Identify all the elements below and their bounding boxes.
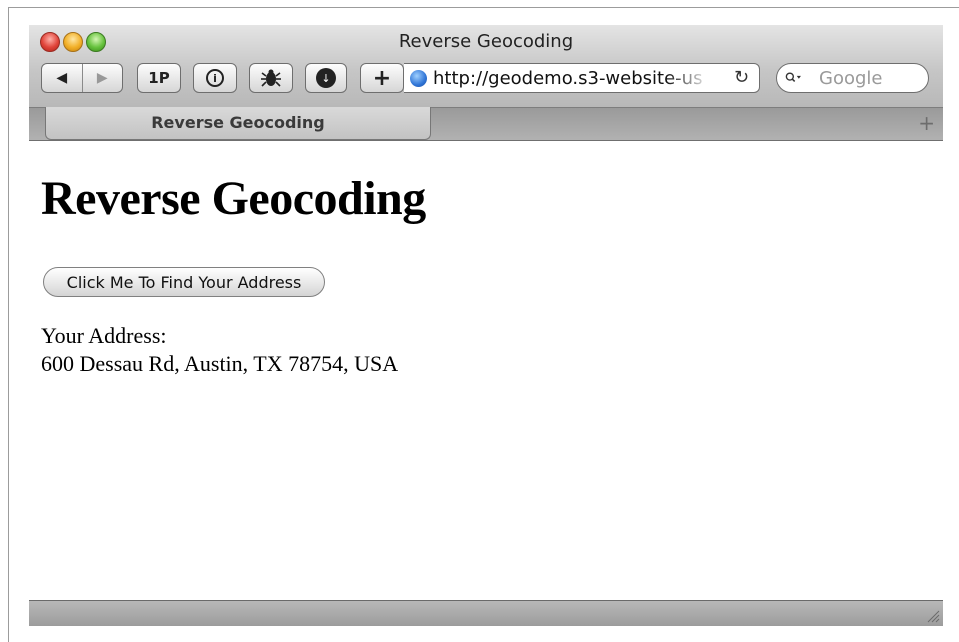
- tab-reverse-geocoding[interactable]: Reverse Geocoding: [45, 107, 431, 140]
- minimize-window-button[interactable]: [63, 32, 83, 52]
- reload-icon[interactable]: ↻: [734, 67, 749, 88]
- plus-icon: +: [372, 65, 392, 91]
- info-icon: i: [206, 69, 224, 87]
- search-icon: [785, 72, 801, 83]
- resize-grip-icon[interactable]: [926, 609, 940, 623]
- download-button[interactable]: ↓: [305, 63, 347, 93]
- status-bar: [29, 600, 943, 626]
- bug-icon: [261, 69, 281, 87]
- page-content: Reverse Geocoding Click Me To Find Your …: [29, 141, 943, 601]
- tab-label: Reverse Geocoding: [151, 113, 325, 132]
- back-forward-group: ◀ ▶: [41, 63, 123, 93]
- search-field[interactable]: Google: [776, 63, 929, 93]
- address-value: 600 Dessau Rd, Austin, TX 78754, USA: [41, 351, 399, 376]
- page-title: Reverse Geocoding: [41, 172, 426, 225]
- globe-icon: [410, 70, 427, 87]
- search-placeholder: Google: [819, 68, 883, 89]
- window-title: Reverse Geocoding: [398, 31, 574, 52]
- address-bar[interactable]: http://geodemo.s3-website-us ↻: [404, 63, 760, 93]
- add-bookmark-button[interactable]: +: [360, 63, 404, 93]
- back-button[interactable]: ◀: [42, 64, 83, 92]
- forward-button[interactable]: ▶: [83, 64, 123, 92]
- address-label: Your Address:: [41, 323, 167, 348]
- close-window-button[interactable]: [40, 32, 60, 52]
- info-button[interactable]: i: [193, 63, 237, 93]
- onepassword-button[interactable]: 1P: [137, 63, 181, 93]
- bug-button[interactable]: [249, 63, 293, 93]
- back-arrow-icon: ◀: [56, 70, 68, 86]
- forward-arrow-icon: ▶: [96, 70, 108, 86]
- new-tab-icon[interactable]: +: [918, 111, 935, 135]
- zoom-window-button[interactable]: [86, 32, 106, 52]
- url-fade: [666, 65, 730, 91]
- url-text: http://geodemo.s3-website-us: [433, 68, 703, 89]
- screenshot-border-left: [8, 7, 9, 642]
- find-address-button[interactable]: Click Me To Find Your Address: [43, 267, 325, 297]
- download-icon: ↓: [316, 68, 336, 88]
- tab-bar: Reverse Geocoding +: [29, 107, 943, 141]
- onepassword-label: 1P: [148, 69, 170, 87]
- title-bar: Reverse Geocoding ◀ ▶ 1P i ↓ + http://ge…: [29, 25, 943, 107]
- browser-window: Reverse Geocoding ◀ ▶ 1P i ↓ + http://ge…: [29, 25, 943, 626]
- screenshot-border-top: [8, 7, 959, 8]
